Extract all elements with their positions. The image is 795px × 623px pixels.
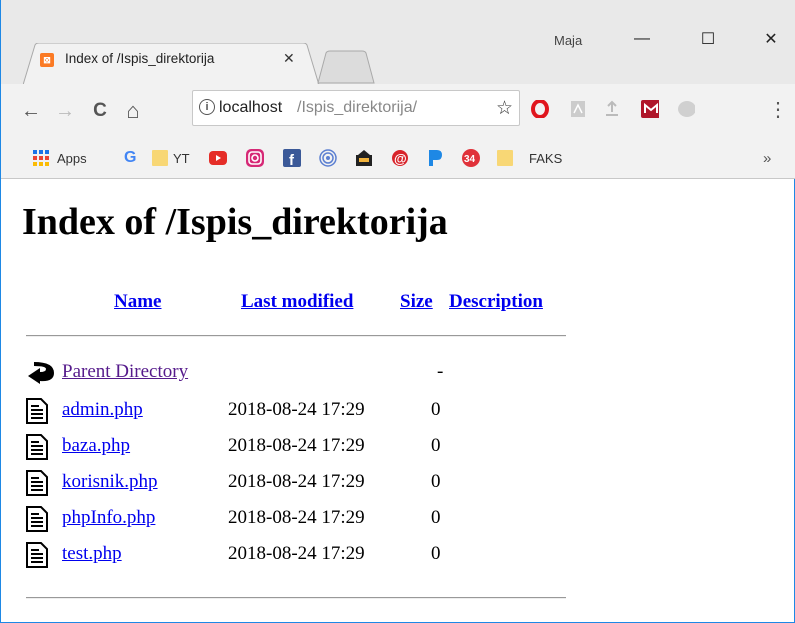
divider bbox=[26, 597, 566, 599]
upload-icon[interactable] bbox=[603, 100, 621, 118]
text-file-icon bbox=[26, 434, 48, 460]
tab-title: Index of /Ispis_direktorija bbox=[65, 51, 215, 66]
column-header-name[interactable]: Name bbox=[114, 291, 161, 313]
badge-34-icon[interactable]: 34 bbox=[461, 148, 481, 168]
file-size: 0 bbox=[431, 399, 441, 420]
url-path: /Ispis_direktorija/ bbox=[297, 99, 418, 116]
bookmarks-overflow-button[interactable]: » bbox=[763, 148, 771, 168]
file-link[interactable]: korisnik.php bbox=[62, 471, 158, 493]
bookmark-folder-faks[interactable]: FAKS bbox=[497, 148, 562, 168]
column-header-size[interactable]: Size bbox=[400, 291, 433, 313]
text-file-icon bbox=[26, 506, 48, 532]
tab-close-button[interactable]: ✕ bbox=[283, 50, 295, 67]
folder-icon bbox=[497, 150, 513, 166]
page-title: Index of /Ispis_direktorija bbox=[22, 201, 448, 243]
maximize-button[interactable]: ☐ bbox=[688, 25, 728, 53]
file-link[interactable]: phpInfo.php bbox=[62, 507, 155, 529]
bookmark-label: FAKS bbox=[529, 150, 563, 166]
folder-icon bbox=[152, 150, 168, 166]
parent-directory-link[interactable]: Parent Directory bbox=[62, 361, 188, 383]
home-button[interactable]: ⌂ bbox=[121, 98, 145, 123]
google-icon[interactable]: G bbox=[124, 148, 136, 168]
browser-window: Maja — ☐ ✕ ⊠ Index of /Ispis_direktorija… bbox=[0, 0, 795, 623]
table-row: baza.php 2018-08-24 17:29 0 bbox=[26, 432, 586, 460]
file-modified: 2018-08-24 17:29 bbox=[228, 543, 365, 564]
text-file-icon bbox=[26, 470, 48, 496]
back-arrow-icon bbox=[28, 362, 54, 384]
file-modified: 2018-08-24 17:29 bbox=[228, 399, 365, 420]
url-host: localhost bbox=[219, 99, 283, 116]
file-size: - bbox=[437, 361, 444, 382]
target-icon[interactable] bbox=[319, 148, 337, 168]
file-size: 0 bbox=[431, 471, 441, 492]
svg-text:@: @ bbox=[394, 151, 407, 166]
bookmark-label: YT bbox=[173, 150, 190, 166]
xampp-icon: ⊠ bbox=[40, 53, 54, 67]
tab-strip: Maja — ☐ ✕ ⊠ Index of /Ispis_direktorija… bbox=[1, 0, 795, 85]
bookmark-yt[interactable]: YT bbox=[173, 148, 190, 168]
text-file-icon bbox=[26, 398, 48, 424]
tab-active[interactable]: ⊠ Index of /Ispis_direktorija ✕ bbox=[23, 43, 321, 85]
info-icon[interactable]: i bbox=[199, 99, 215, 115]
back-button[interactable]: ← bbox=[19, 99, 43, 123]
file-size: 0 bbox=[431, 543, 441, 564]
table-row: korisnik.php 2018-08-24 17:29 0 bbox=[26, 468, 586, 496]
facebook-icon[interactable]: f bbox=[283, 148, 301, 168]
list-item-parent: Parent Directory - bbox=[26, 358, 586, 386]
text-file-icon bbox=[26, 542, 48, 568]
shop-icon[interactable] bbox=[354, 148, 374, 168]
file-modified: 2018-08-24 17:29 bbox=[228, 507, 365, 528]
file-link[interactable]: baza.php bbox=[62, 435, 130, 457]
table-row: test.php 2018-08-24 17:29 0 bbox=[26, 540, 586, 568]
youtube-icon[interactable] bbox=[209, 148, 227, 168]
file-link[interactable]: admin.php bbox=[62, 399, 143, 421]
minimize-button[interactable]: — bbox=[622, 25, 662, 53]
mega-icon[interactable] bbox=[641, 100, 659, 118]
bookmark-star-icon[interactable]: ☆ bbox=[496, 97, 513, 120]
instagram-icon[interactable] bbox=[246, 148, 264, 168]
divider bbox=[26, 335, 566, 337]
opera-icon[interactable] bbox=[531, 100, 549, 118]
bookmark-folder-1[interactable] bbox=[152, 148, 174, 168]
apps-grid-icon bbox=[33, 150, 49, 166]
forward-button[interactable]: → bbox=[53, 99, 77, 123]
reload-button[interactable]: C bbox=[88, 99, 112, 123]
close-window-button[interactable]: ✕ bbox=[751, 25, 791, 53]
menu-icon[interactable]: ⋮ bbox=[768, 99, 788, 121]
pdf-icon[interactable] bbox=[569, 100, 587, 118]
svg-text:34: 34 bbox=[464, 154, 476, 165]
address-bar[interactable]: i localhost /Ispis_direktorija/ ☆ bbox=[192, 90, 520, 126]
profile-name[interactable]: Maja bbox=[554, 33, 582, 48]
file-modified: 2018-08-24 17:29 bbox=[228, 435, 365, 456]
file-size: 0 bbox=[431, 435, 441, 456]
new-tab-button[interactable] bbox=[316, 50, 376, 84]
at-icon[interactable]: @ bbox=[391, 148, 409, 168]
file-modified: 2018-08-24 17:29 bbox=[228, 471, 365, 492]
column-header-description[interactable]: Description bbox=[449, 291, 543, 313]
file-link[interactable]: test.php bbox=[62, 543, 122, 565]
bookmark-label: Apps bbox=[57, 150, 87, 166]
column-header-last-modified[interactable]: Last modified bbox=[241, 291, 353, 313]
table-row: phpInfo.php 2018-08-24 17:29 0 bbox=[26, 504, 586, 532]
bookmark-apps[interactable]: Apps bbox=[33, 148, 87, 168]
file-size: 0 bbox=[431, 507, 441, 528]
p-icon[interactable] bbox=[427, 148, 443, 168]
table-row: admin.php 2018-08-24 17:29 0 bbox=[26, 396, 586, 424]
extension-blob-icon[interactable] bbox=[677, 100, 695, 118]
